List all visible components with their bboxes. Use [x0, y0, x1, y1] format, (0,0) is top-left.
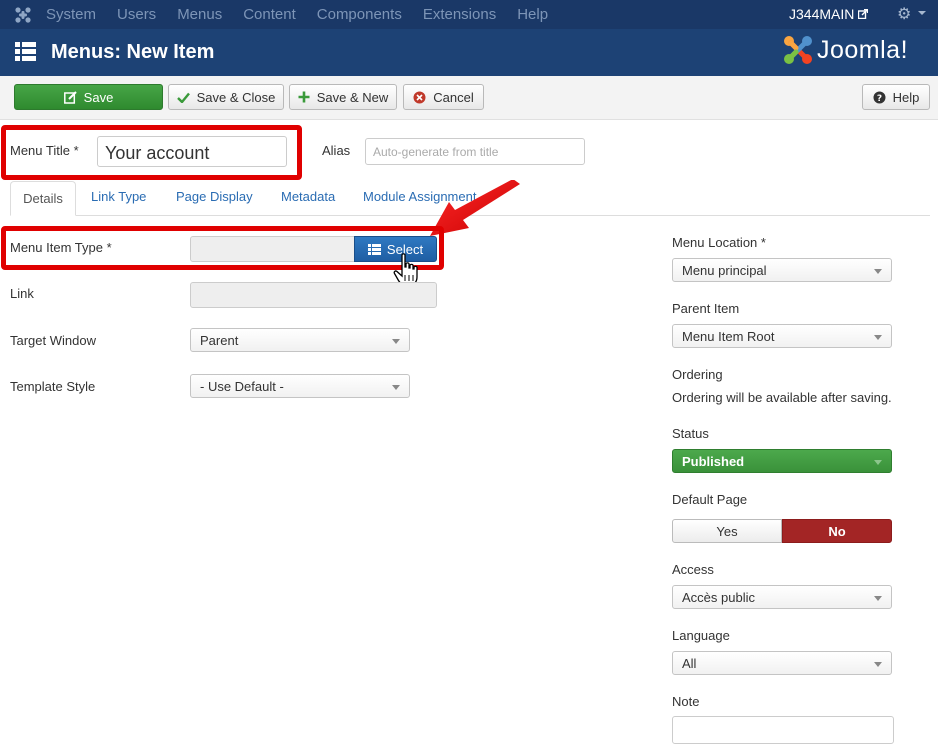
page-header: Menus: New Item Joomla!: [0, 29, 938, 76]
joomla-brand: Joomla!: [782, 34, 908, 66]
alias-input[interactable]: Auto-generate from title: [365, 138, 585, 165]
site-name: J344MAIN: [789, 6, 855, 22]
alias-label: Alias: [322, 143, 351, 158]
save-close-label: Save & Close: [196, 89, 276, 105]
brand-text: Joomla!: [817, 35, 909, 64]
edit-icon: [63, 90, 77, 104]
template-style-value: - Use Default -: [200, 379, 284, 394]
page-title: Menus: New Item: [51, 41, 215, 63]
menu-location-select[interactable]: Menu principal: [672, 258, 892, 282]
template-style-label: Template Style: [10, 379, 96, 394]
link-label: Link: [10, 286, 34, 301]
cancel-icon: [413, 91, 426, 103]
nav-components[interactable]: Components: [317, 6, 402, 23]
tab-details[interactable]: Details: [10, 181, 76, 216]
link-field: [190, 282, 437, 308]
template-style-select[interactable]: - Use Default -: [190, 374, 410, 398]
chevron-down-icon: [874, 269, 882, 274]
nav-menus[interactable]: Menus: [177, 6, 222, 23]
save-new-label: Save & New: [316, 89, 389, 105]
chevron-down-icon: [874, 460, 882, 465]
status-select[interactable]: Published: [672, 449, 892, 473]
cancel-label: Cancel: [433, 89, 474, 105]
nav-system[interactable]: System: [46, 6, 96, 23]
site-link[interactable]: J344MAIN: [789, 6, 869, 22]
chevron-down-icon: [392, 339, 400, 344]
save-close-button[interactable]: Save & Close: [168, 84, 284, 110]
gear-icon[interactable]: ⚙: [897, 4, 911, 24]
language-select[interactable]: All: [672, 651, 892, 675]
menu-item-type-label: Menu Item Type *: [10, 240, 112, 255]
note-input[interactable]: [672, 716, 894, 744]
tab-page-display[interactable]: Page Display: [176, 189, 253, 204]
save-button[interactable]: Save: [14, 84, 163, 110]
menu-location-value: Menu principal: [682, 263, 767, 278]
tab-metadata[interactable]: Metadata: [281, 189, 335, 204]
save-new-button[interactable]: Save & New: [289, 84, 397, 110]
menu-item-type-field: [190, 236, 355, 262]
ordering-text: Ordering will be available after saving.: [672, 390, 892, 405]
svg-text:?: ?: [877, 94, 882, 104]
menu-location-label: Menu Location *: [672, 235, 766, 250]
status-label: Status: [672, 426, 709, 441]
default-page-yes-button[interactable]: Yes: [672, 519, 782, 543]
parent-item-value: Menu Item Root: [682, 329, 775, 344]
question-icon: ?: [873, 91, 886, 104]
target-window-select[interactable]: Parent: [190, 328, 410, 352]
help-button[interactable]: ? Help: [862, 84, 930, 110]
status-value: Published: [682, 454, 745, 469]
default-page-label: Default Page: [672, 492, 748, 507]
help-label: Help: [892, 89, 920, 105]
chevron-down-icon: [392, 385, 400, 390]
checkmark-icon: [176, 92, 190, 103]
note-label: Note: [672, 694, 700, 709]
target-window-label: Target Window: [10, 333, 96, 348]
access-select[interactable]: Accès public: [672, 585, 892, 609]
chevron-down-icon: [874, 596, 882, 601]
access-value: Accès public: [682, 590, 755, 605]
list-grid-icon: [15, 42, 36, 61]
cancel-button[interactable]: Cancel: [403, 84, 484, 110]
toolbar: Save Save & Close Save & New Cancel ? He…: [0, 76, 938, 120]
nav-content[interactable]: Content: [243, 6, 296, 23]
parent-item-select[interactable]: Menu Item Root: [672, 324, 892, 348]
plus-icon: [298, 91, 310, 103]
language-label: Language: [672, 628, 730, 643]
parent-item-label: Parent Item: [672, 301, 740, 316]
ordering-label: Ordering: [672, 367, 723, 382]
chevron-down-icon: [874, 662, 882, 667]
tab-link-type[interactable]: Link Type: [91, 189, 146, 204]
default-page-no-button[interactable]: No: [782, 519, 892, 543]
chevron-down-icon: [874, 335, 882, 340]
joomla-brand-icon: [784, 36, 812, 64]
access-label: Access: [672, 562, 714, 577]
menu-title-label: Menu Title *: [10, 143, 79, 158]
nav-users[interactable]: Users: [117, 6, 156, 23]
menu-title-input[interactable]: Your account: [97, 136, 287, 167]
nav-help[interactable]: Help: [517, 6, 548, 23]
joomla-logo-icon[interactable]: [0, 6, 46, 24]
top-navbar: System Users Menus Content Components Ex…: [0, 0, 938, 29]
language-value: All: [682, 656, 697, 671]
external-link-icon: [858, 9, 869, 19]
save-label: Save: [83, 89, 114, 105]
nav-extensions[interactable]: Extensions: [423, 6, 496, 23]
target-window-value: Parent: [200, 333, 239, 348]
chevron-down-icon: [918, 11, 926, 15]
list-icon: [367, 243, 381, 255]
